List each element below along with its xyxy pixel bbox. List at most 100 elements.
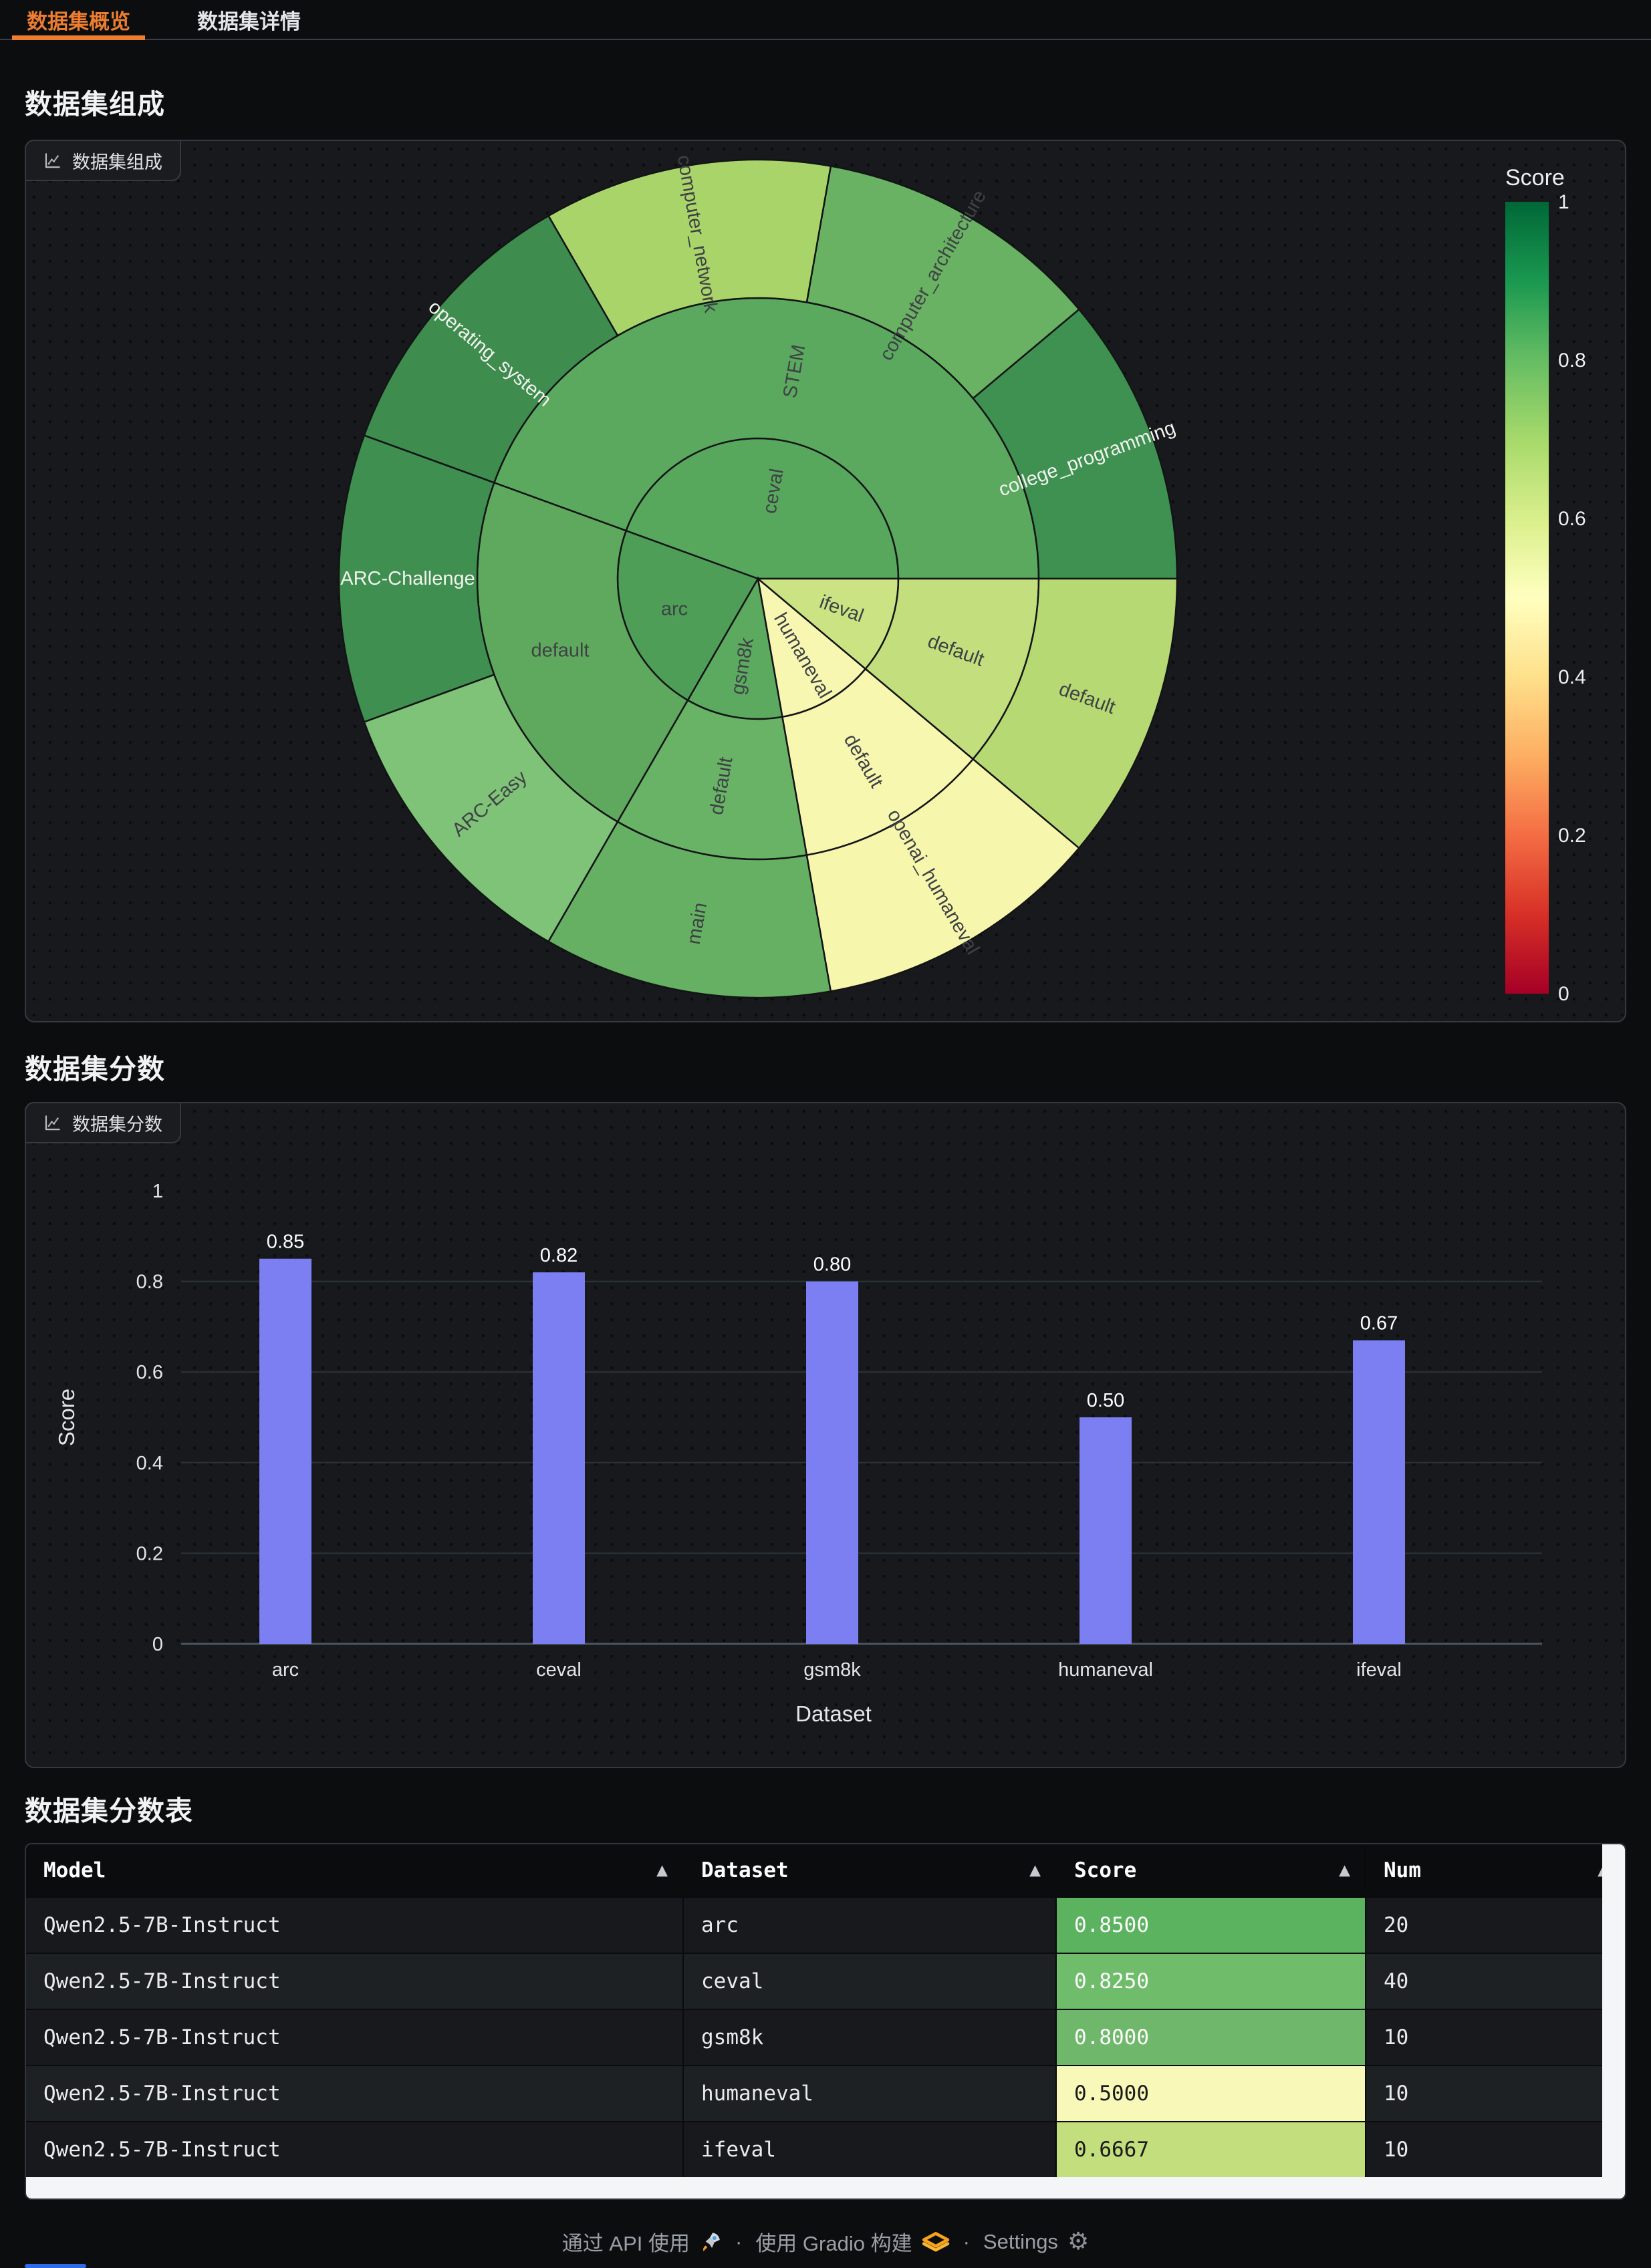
cell-model: Qwen2.5-7B-Instruct bbox=[26, 2066, 684, 2122]
colorbar-tick: 0 bbox=[1558, 983, 1569, 1005]
bar-value-label: 0.80 bbox=[813, 1254, 851, 1276]
bar-panel-label: 数据集分数 bbox=[25, 1102, 181, 1143]
sunburst-label-arc: arc bbox=[661, 598, 688, 619]
bar-gsm8k[interactable] bbox=[806, 1282, 858, 1644]
column-header-score[interactable]: Score▲ bbox=[1057, 1844, 1366, 1898]
y-tick-label: 1 bbox=[152, 1181, 163, 1202]
cell-num: 10 bbox=[1366, 2122, 1625, 2178]
bar-value-label: 0.85 bbox=[267, 1232, 304, 1253]
colorbar-tick: 0.2 bbox=[1558, 825, 1586, 847]
footer-separator: · bbox=[735, 2230, 742, 2254]
footer: 通过 API 使用 · 使用 Gradio 构建 · Settings ⚙ bbox=[0, 2227, 1651, 2257]
section-title-score-table: 数据集分数表 bbox=[25, 1788, 193, 1828]
cell-score: 0.8000 bbox=[1057, 2010, 1366, 2066]
column-header-dataset[interactable]: Dataset▲ bbox=[684, 1844, 1057, 1898]
x-tick-label-gsm8k: gsm8k bbox=[803, 1659, 861, 1681]
chart-icon bbox=[43, 152, 61, 170]
cell-num: 40 bbox=[1366, 1954, 1625, 2010]
x-axis-title: Dataset bbox=[795, 1701, 872, 1726]
column-header-model[interactable]: Model▲ bbox=[26, 1844, 684, 1898]
bar-panel-label-text: 数据集分数 bbox=[72, 1110, 162, 1136]
sunburst-label-default: default bbox=[531, 640, 589, 662]
cell-num: 10 bbox=[1366, 2010, 1625, 2066]
y-tick-label: 0 bbox=[152, 1634, 163, 1655]
colorbar bbox=[1505, 202, 1549, 994]
column-header-num[interactable]: Num▲ bbox=[1366, 1844, 1625, 1898]
score-table-grid: Model▲Dataset▲Score▲Num▲Qwen2.5-7B-Instr… bbox=[26, 1844, 1625, 2178]
bar-ceval[interactable] bbox=[533, 1272, 585, 1644]
use-via-api-label: 通过 API 使用 bbox=[562, 2227, 690, 2257]
footer-separator: · bbox=[963, 2230, 970, 2254]
y-axis-title: Score bbox=[54, 1389, 79, 1446]
cell-model: Qwen2.5-7B-Instruct bbox=[26, 2010, 684, 2066]
table-header-row: Model▲Dataset▲Score▲Num▲ bbox=[26, 1844, 1625, 1898]
bar-value-label: 0.82 bbox=[540, 1245, 578, 1266]
cell-score: 0.6667 bbox=[1057, 2122, 1366, 2178]
sunburst-label-ARC-Challenge: ARC-Challenge bbox=[340, 568, 475, 589]
section-title-scores: 数据集分数 bbox=[25, 1046, 165, 1087]
sort-ascending-icon: ▲ bbox=[656, 1862, 668, 1879]
settings-link[interactable]: Settings ⚙ bbox=[983, 2228, 1089, 2255]
y-tick-label: 0.6 bbox=[136, 1362, 163, 1383]
cell-num: 20 bbox=[1366, 1898, 1625, 1954]
sunburst-chart: cevalSTEMcollege_programmingcomputer_arc… bbox=[26, 141, 1625, 1021]
tab-dataset-overview[interactable]: 数据集概览 bbox=[12, 0, 145, 39]
table-row: Qwen2.5-7B-Instructceval0.825040 bbox=[26, 1954, 1625, 2010]
colorbar-tick: 1 bbox=[1558, 191, 1569, 213]
cell-dataset: gsm8k bbox=[684, 2010, 1057, 2066]
y-tick-label: 0.2 bbox=[136, 1543, 163, 1564]
sunburst-panel-label-text: 数据集组成 bbox=[72, 148, 162, 174]
sort-ascending-icon: ▲ bbox=[1029, 1862, 1041, 1879]
chart-icon bbox=[43, 1114, 61, 1132]
gradio-logo-icon bbox=[922, 2232, 950, 2252]
colorbar-tick: 0.4 bbox=[1558, 666, 1586, 688]
cell-num: 10 bbox=[1366, 2066, 1625, 2122]
cell-dataset: ifeval bbox=[684, 2122, 1057, 2178]
sunburst-panel-label: 数据集组成 bbox=[25, 140, 181, 181]
x-tick-label-humaneval: humaneval bbox=[1058, 1659, 1153, 1681]
bar-chart: 0 0.2 0.4 0.6 0.8 1 0.85 arc 0.82 ceval 0.80 gsm8k 0… bbox=[26, 1103, 1625, 1767]
y-tick-label: 0.8 bbox=[136, 1272, 163, 1293]
settings-label: Settings bbox=[983, 2230, 1058, 2254]
bar-value-label: 0.50 bbox=[1087, 1390, 1124, 1411]
colorbar-tick: 0.6 bbox=[1558, 508, 1586, 530]
x-tick-label-ifeval: ifeval bbox=[1356, 1659, 1402, 1681]
rocket-icon bbox=[699, 2231, 722, 2253]
cell-score: 0.8250 bbox=[1057, 1954, 1366, 2010]
bar-chart-panel: 数据集分数 0 0.2 0.4 0.6 0.8 1 0.85 arc 0.82 ceval 0.80… bbox=[25, 1102, 1626, 1768]
score-table: Model▲Dataset▲Score▲Num▲Qwen2.5-7B-Instr… bbox=[25, 1843, 1626, 2200]
horizontal-scrollbar[interactable] bbox=[26, 2177, 1625, 2199]
use-via-api-link[interactable]: 通过 API 使用 bbox=[562, 2227, 722, 2257]
cell-score: 0.8500 bbox=[1057, 1898, 1366, 1954]
sunburst-panel: 数据集组成 cevalSTEMcollege_programmingcomput… bbox=[25, 140, 1626, 1022]
cell-model: Qwen2.5-7B-Instruct bbox=[26, 2122, 684, 2178]
cell-dataset: arc bbox=[684, 1898, 1057, 1954]
sort-ascending-icon: ▲ bbox=[1339, 1862, 1350, 1879]
x-tick-label-arc: arc bbox=[272, 1659, 299, 1681]
x-tick-label-ceval: ceval bbox=[536, 1659, 582, 1681]
gear-icon: ⚙ bbox=[1067, 2228, 1089, 2255]
cell-model: Qwen2.5-7B-Instruct bbox=[26, 1898, 684, 1954]
cell-dataset: humaneval bbox=[684, 2066, 1057, 2122]
tab-bar: 数据集概览 数据集详情 bbox=[0, 0, 1651, 40]
bar-ifeval[interactable] bbox=[1353, 1340, 1405, 1644]
colorbar-title: Score bbox=[1505, 165, 1565, 190]
section-title-composition: 数据集组成 bbox=[25, 82, 165, 122]
bar-value-label: 0.67 bbox=[1360, 1313, 1398, 1334]
bar-arc[interactable] bbox=[259, 1259, 311, 1644]
cell-model: Qwen2.5-7B-Instruct bbox=[26, 1954, 684, 2010]
table-row: Qwen2.5-7B-Instructhumaneval0.500010 bbox=[26, 2066, 1625, 2122]
table-row: Qwen2.5-7B-Instructgsm8k0.800010 bbox=[26, 2010, 1625, 2066]
cell-score: 0.5000 bbox=[1057, 2066, 1366, 2122]
tab-dataset-detail[interactable]: 数据集详情 bbox=[182, 0, 315, 39]
y-tick-label: 0.4 bbox=[136, 1453, 163, 1474]
cell-dataset: ceval bbox=[684, 1954, 1057, 2010]
table-row: Qwen2.5-7B-Instructarc0.850020 bbox=[26, 1898, 1625, 1954]
table-row: Qwen2.5-7B-Instructifeval0.666710 bbox=[26, 2122, 1625, 2178]
partial-element bbox=[25, 2264, 86, 2268]
built-with-gradio-link[interactable]: 使用 Gradio 构建 bbox=[755, 2227, 949, 2257]
bar-humaneval[interactable] bbox=[1080, 1417, 1132, 1644]
vertical-scrollbar[interactable] bbox=[1602, 1844, 1625, 2199]
colorbar-tick: 0.8 bbox=[1558, 349, 1586, 372]
built-with-gradio-label: 使用 Gradio 构建 bbox=[755, 2227, 912, 2257]
